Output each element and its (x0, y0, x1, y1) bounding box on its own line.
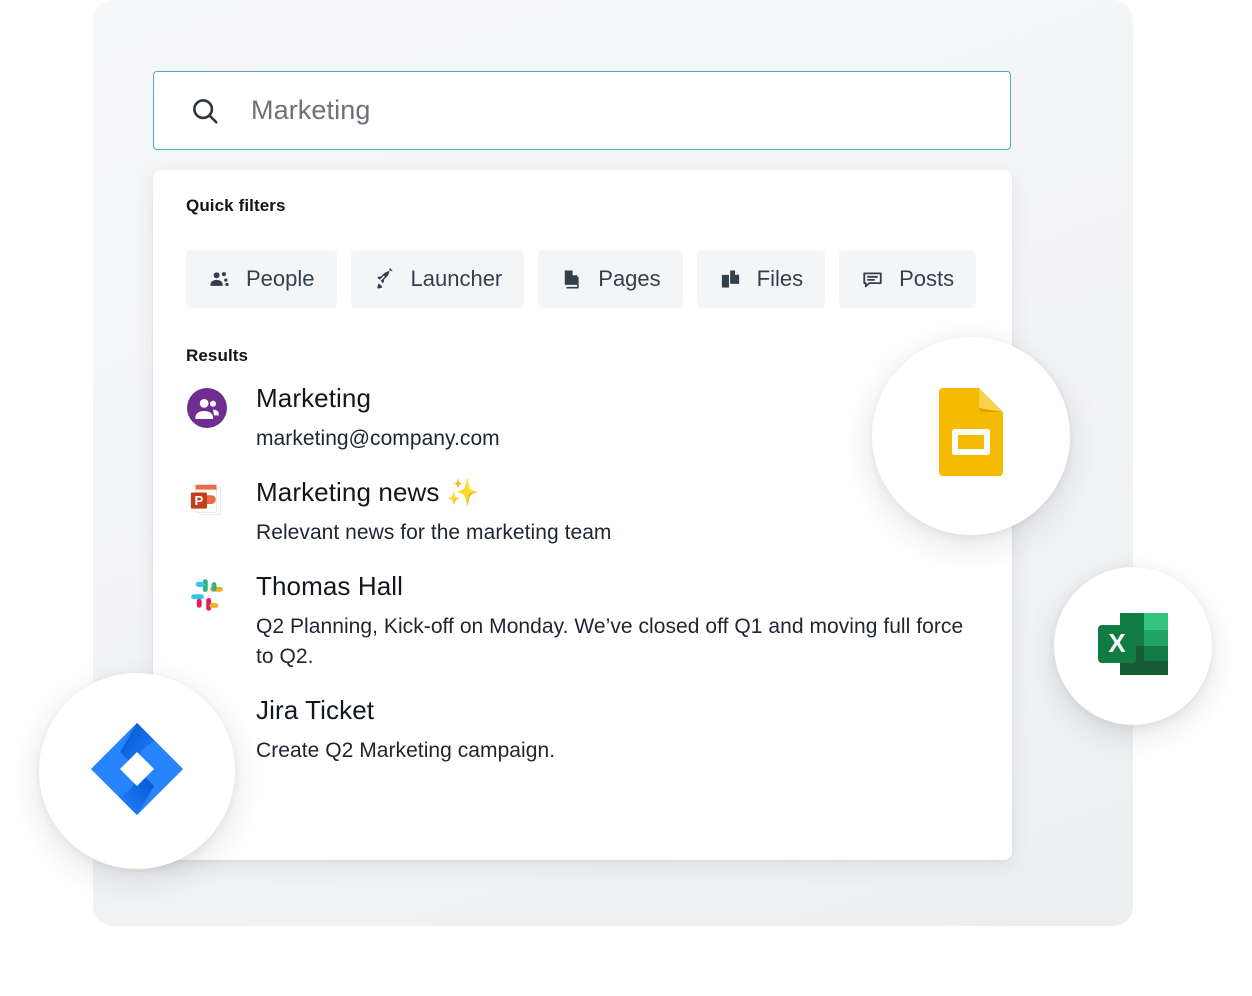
search-input-value: Marketing (251, 95, 370, 126)
chat-bubble-icon (861, 268, 884, 291)
people-icon (208, 268, 231, 291)
quick-filter-pages-label: Pages (598, 266, 660, 292)
quick-filters-row: People Launcher Pages (186, 250, 976, 308)
slack-icon (186, 570, 228, 614)
result-subtitle: Relevant news for the marketing team (256, 518, 986, 548)
quick-filters-heading: Quick filters (186, 196, 286, 216)
result-subtitle: Create Q2 Marketing campaign. (256, 736, 986, 766)
sparkles-icon: ✨ (447, 477, 479, 507)
result-item-thomas-hall[interactable]: Thomas Hall Q2 Planning, Kick-off on Mon… (186, 570, 986, 672)
result-title: Jira Ticket (256, 694, 986, 726)
jira-icon (87, 719, 187, 824)
quick-filter-pages[interactable]: Pages (538, 250, 682, 308)
result-list: Marketing marketing@company.com P Market… (186, 382, 986, 788)
result-item-marketing[interactable]: Marketing marketing@company.com (186, 382, 986, 454)
svg-text:P: P (194, 493, 203, 508)
quick-filter-people[interactable]: People (186, 250, 337, 308)
quick-filter-people-label: People (246, 266, 315, 292)
result-title: Thomas Hall (256, 570, 986, 602)
quick-filter-files[interactable]: Files (697, 250, 825, 308)
result-item-marketing-news[interactable]: P Marketing news ✨ Relevant news for the… (186, 476, 986, 548)
result-title: Marketing news ✨ (256, 476, 986, 508)
google-slides-badge (872, 337, 1070, 535)
quick-filter-posts[interactable]: Posts (839, 250, 976, 308)
quick-filter-launcher-label: Launcher (411, 266, 503, 292)
results-heading: Results (186, 346, 248, 366)
rocket-icon (373, 268, 396, 291)
jira-badge (39, 673, 235, 869)
files-icon (719, 268, 742, 291)
people-avatar-icon (186, 382, 228, 428)
result-item-jira-ticket[interactable]: Jira Ticket Create Q2 Marketing campaign… (186, 694, 986, 766)
search-results-card: Quick filters People Launc (153, 170, 1012, 860)
excel-icon: X (1090, 601, 1176, 692)
result-title-text: Marketing news (256, 477, 447, 507)
powerpoint-icon: P (186, 476, 228, 520)
google-slides-icon (935, 386, 1007, 487)
result-subtitle: Q2 Planning, Kick-off on Monday. We’ve c… (256, 612, 986, 672)
quick-filter-files-label: Files (757, 266, 803, 292)
excel-badge: X (1054, 567, 1212, 725)
search-input[interactable]: Marketing (153, 71, 1011, 150)
quick-filter-posts-label: Posts (899, 266, 954, 292)
search-icon (190, 96, 220, 126)
quick-filter-launcher[interactable]: Launcher (351, 250, 525, 308)
page-icon (560, 268, 583, 291)
svg-text:X: X (1108, 628, 1126, 658)
